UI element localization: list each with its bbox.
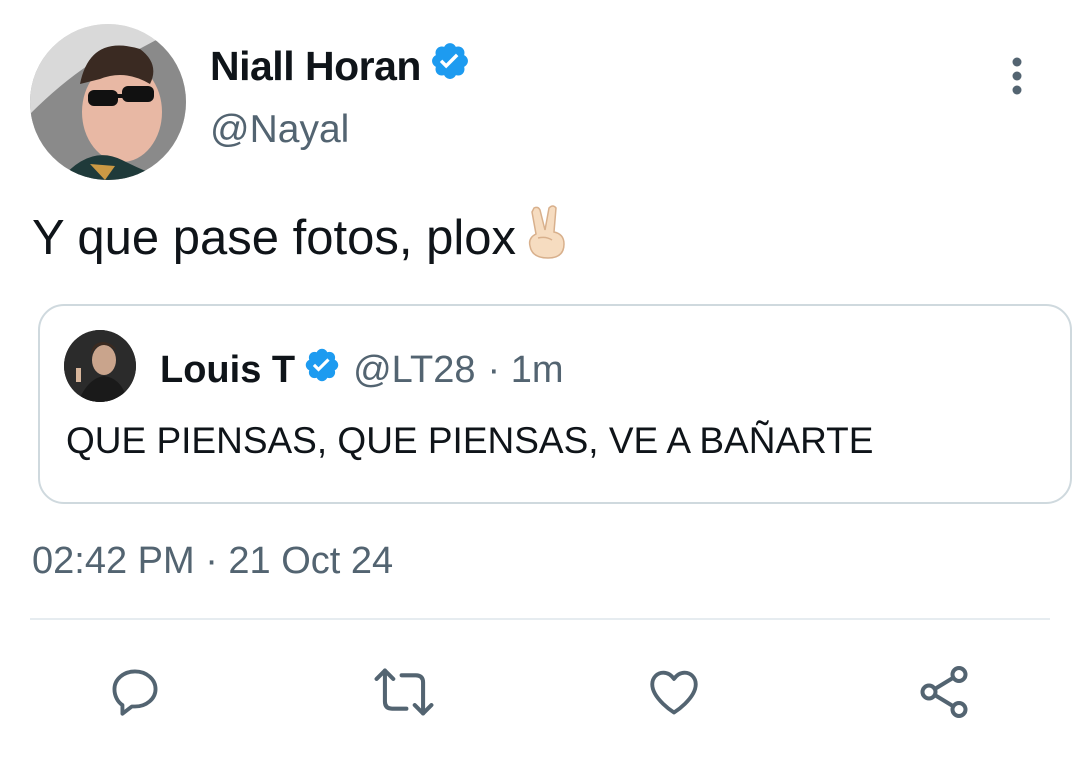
quoted-author-handle[interactable]: @LT28	[353, 349, 475, 392]
quoted-author-display-name[interactable]: Louis T	[160, 349, 295, 392]
share-button[interactable]	[912, 660, 976, 724]
quoted-tweet-card[interactable]: Louis T @LT28 · 1m QUE PIENSAS, QUE PIEN…	[38, 304, 1072, 504]
quoted-author-avatar[interactable]	[64, 330, 136, 402]
author-handle[interactable]: @Nayal	[210, 108, 349, 152]
like-icon	[650, 670, 698, 715]
more-options-icon[interactable]	[1003, 56, 1031, 96]
divider	[30, 618, 1050, 620]
quoted-tweet-text: QUE PIENSAS, QUE PIENSAS, VE A BAÑARTE	[66, 420, 874, 461]
tweet-text: Y que pase fotos, plox	[32, 211, 516, 265]
tweet-timestamp[interactable]: 02:42 PM · 21 Oct 24	[32, 540, 393, 583]
author-display-name-row[interactable]: Niall Horan	[210, 40, 471, 92]
tweet-text-row: Y que pase fotos, plox	[32, 204, 570, 272]
share-icon	[920, 666, 968, 718]
verified-badge-icon	[429, 40, 471, 92]
victory-hand-emoji-icon	[524, 204, 570, 272]
like-button[interactable]	[642, 660, 706, 724]
quoted-tweet-time: · 1m	[487, 348, 564, 391]
retweet-button[interactable]	[372, 660, 436, 724]
quoted-avatar-image	[64, 330, 136, 402]
author-display-name[interactable]: Niall Horan	[210, 43, 421, 90]
quoted-tweet-header: Louis T @LT28 · 1m	[160, 346, 563, 394]
avatar-image	[30, 24, 186, 180]
retweet-icon	[374, 668, 434, 716]
reply-icon	[112, 669, 158, 716]
reply-button[interactable]	[103, 660, 167, 724]
author-avatar[interactable]	[30, 24, 186, 180]
quoted-verified-badge-icon	[303, 346, 341, 394]
